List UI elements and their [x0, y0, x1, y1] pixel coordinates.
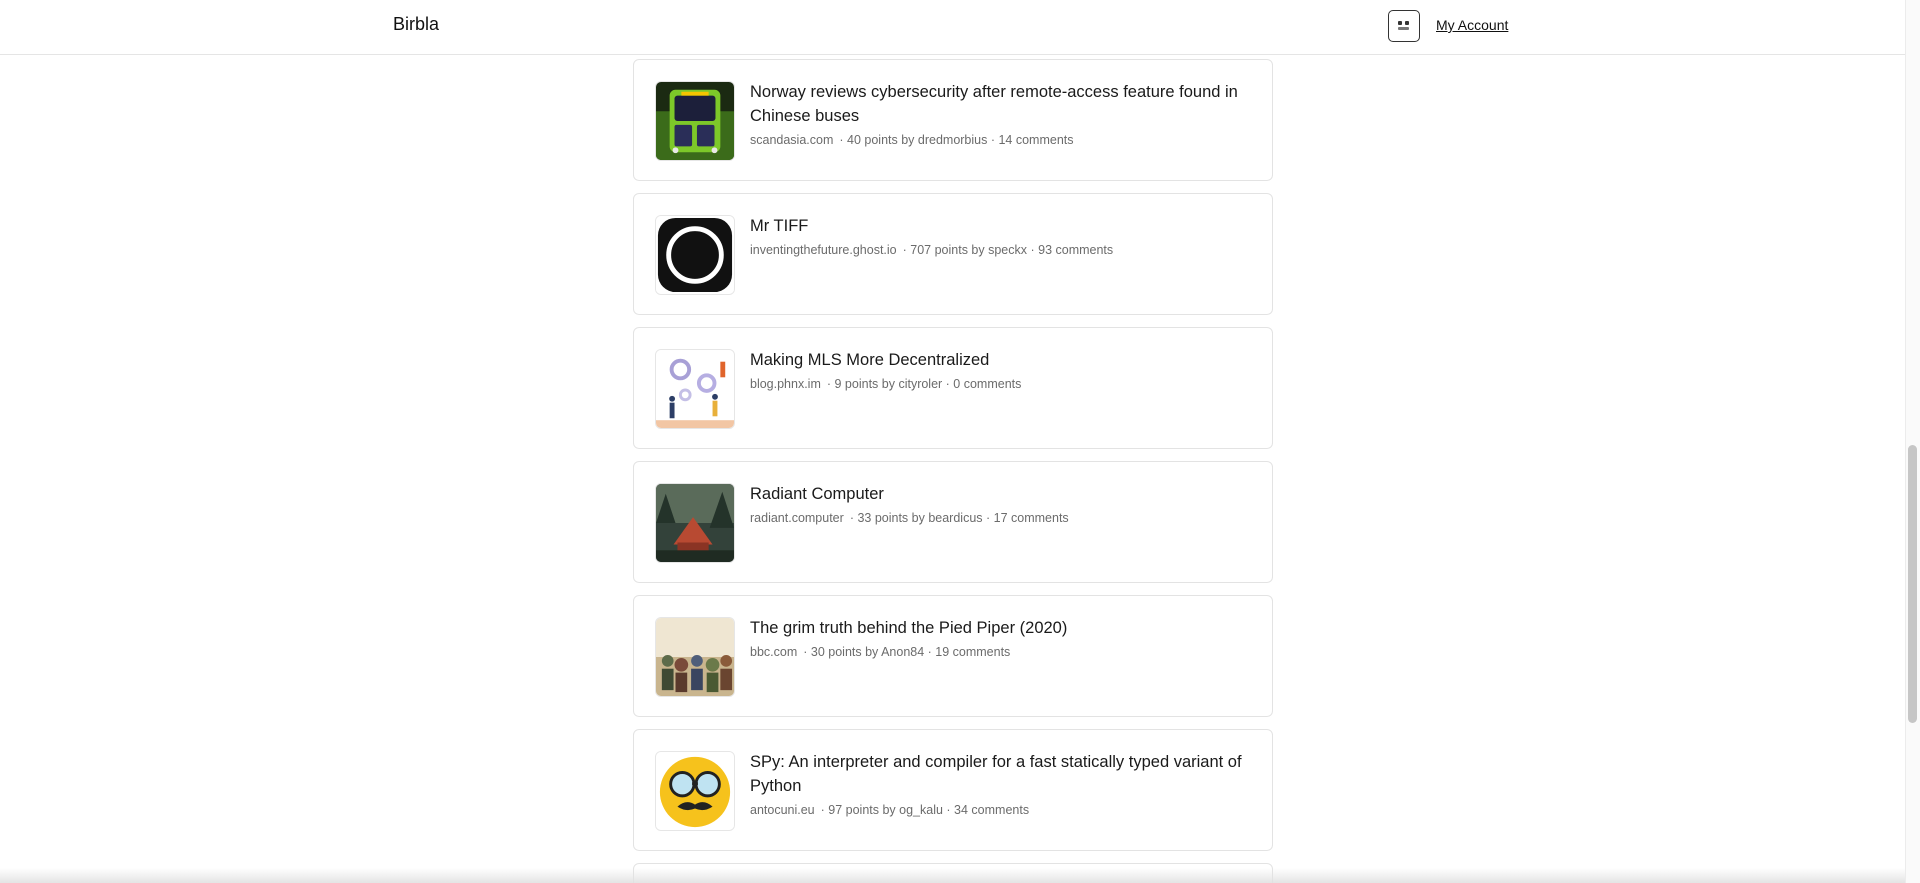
story-stats[interactable]: · 9 points by cityroler · 0 comments — [827, 377, 1022, 391]
story-thumbnail[interactable] — [655, 215, 735, 295]
story-card[interactable]: SPy: An interpreter and compiler for a f… — [633, 729, 1273, 851]
apps-grid-button[interactable] — [1388, 10, 1420, 42]
story-domain[interactable]: antocuni.eu — [750, 803, 815, 817]
story-domain[interactable]: inventingthefuture.ghost.io — [750, 243, 897, 257]
story-domain[interactable]: bbc.com — [750, 645, 797, 659]
story-domain[interactable]: blog.phnx.im — [750, 377, 821, 391]
scrollbar-thumb[interactable] — [1908, 445, 1917, 723]
story-stats[interactable]: · 33 points by beardicus · 17 comments — [850, 511, 1069, 525]
story-card[interactable]: Radiant Computer radiant.computer · 33 po… — [633, 461, 1273, 583]
story-card[interactable]: Norway reviews cybersecurity after remot… — [633, 59, 1273, 181]
story-card[interactable]: The grim truth behind the Pied Piper (20… — [633, 595, 1273, 717]
grid-icon — [1398, 21, 1409, 30]
story-thumbnail[interactable] — [655, 81, 735, 161]
story-domain[interactable]: scandasia.com — [750, 133, 833, 147]
story-thumbnail[interactable] — [655, 483, 735, 563]
story-title[interactable]: The grim truth behind the Pied Piper (20… — [750, 616, 1255, 640]
story-thumbnail[interactable] — [655, 751, 735, 831]
story-title[interactable]: Making MLS More Decentralized — [750, 348, 1255, 372]
story-stats[interactable]: · 30 points by Anon84 · 19 comments — [803, 645, 1010, 659]
scrollbar-track[interactable] — [1905, 0, 1920, 883]
story-title[interactable]: SPy: An interpreter and compiler for a f… — [750, 750, 1255, 798]
story-thumbnail[interactable] — [655, 617, 735, 697]
story-domain[interactable]: radiant.computer — [750, 511, 844, 525]
story-title[interactable]: Norway reviews cybersecurity after remot… — [750, 80, 1255, 128]
story-card[interactable]: Mr TIFF inventingthefuture.ghost.io · 707… — [633, 193, 1273, 315]
story-thumbnail[interactable] — [655, 349, 735, 429]
bottom-fade — [0, 868, 1905, 883]
story-title[interactable]: Radiant Computer — [750, 482, 1255, 506]
top-header: Birbla My Account — [0, 0, 1905, 55]
story-stats[interactable]: · 40 points by dredmorbius · 14 comments — [839, 133, 1073, 147]
story-title[interactable]: Mr TIFF — [750, 214, 1255, 238]
my-account-link[interactable]: My Account — [1436, 17, 1508, 33]
brand-logo[interactable]: Birbla — [393, 14, 439, 35]
story-stats[interactable]: · 707 points by speckx · 93 comments — [903, 243, 1114, 257]
story-stats[interactable]: · 97 points by og_kalu · 34 comments — [821, 803, 1029, 817]
story-card[interactable]: Making MLS More Decentralized blog.phnx.… — [633, 327, 1273, 449]
